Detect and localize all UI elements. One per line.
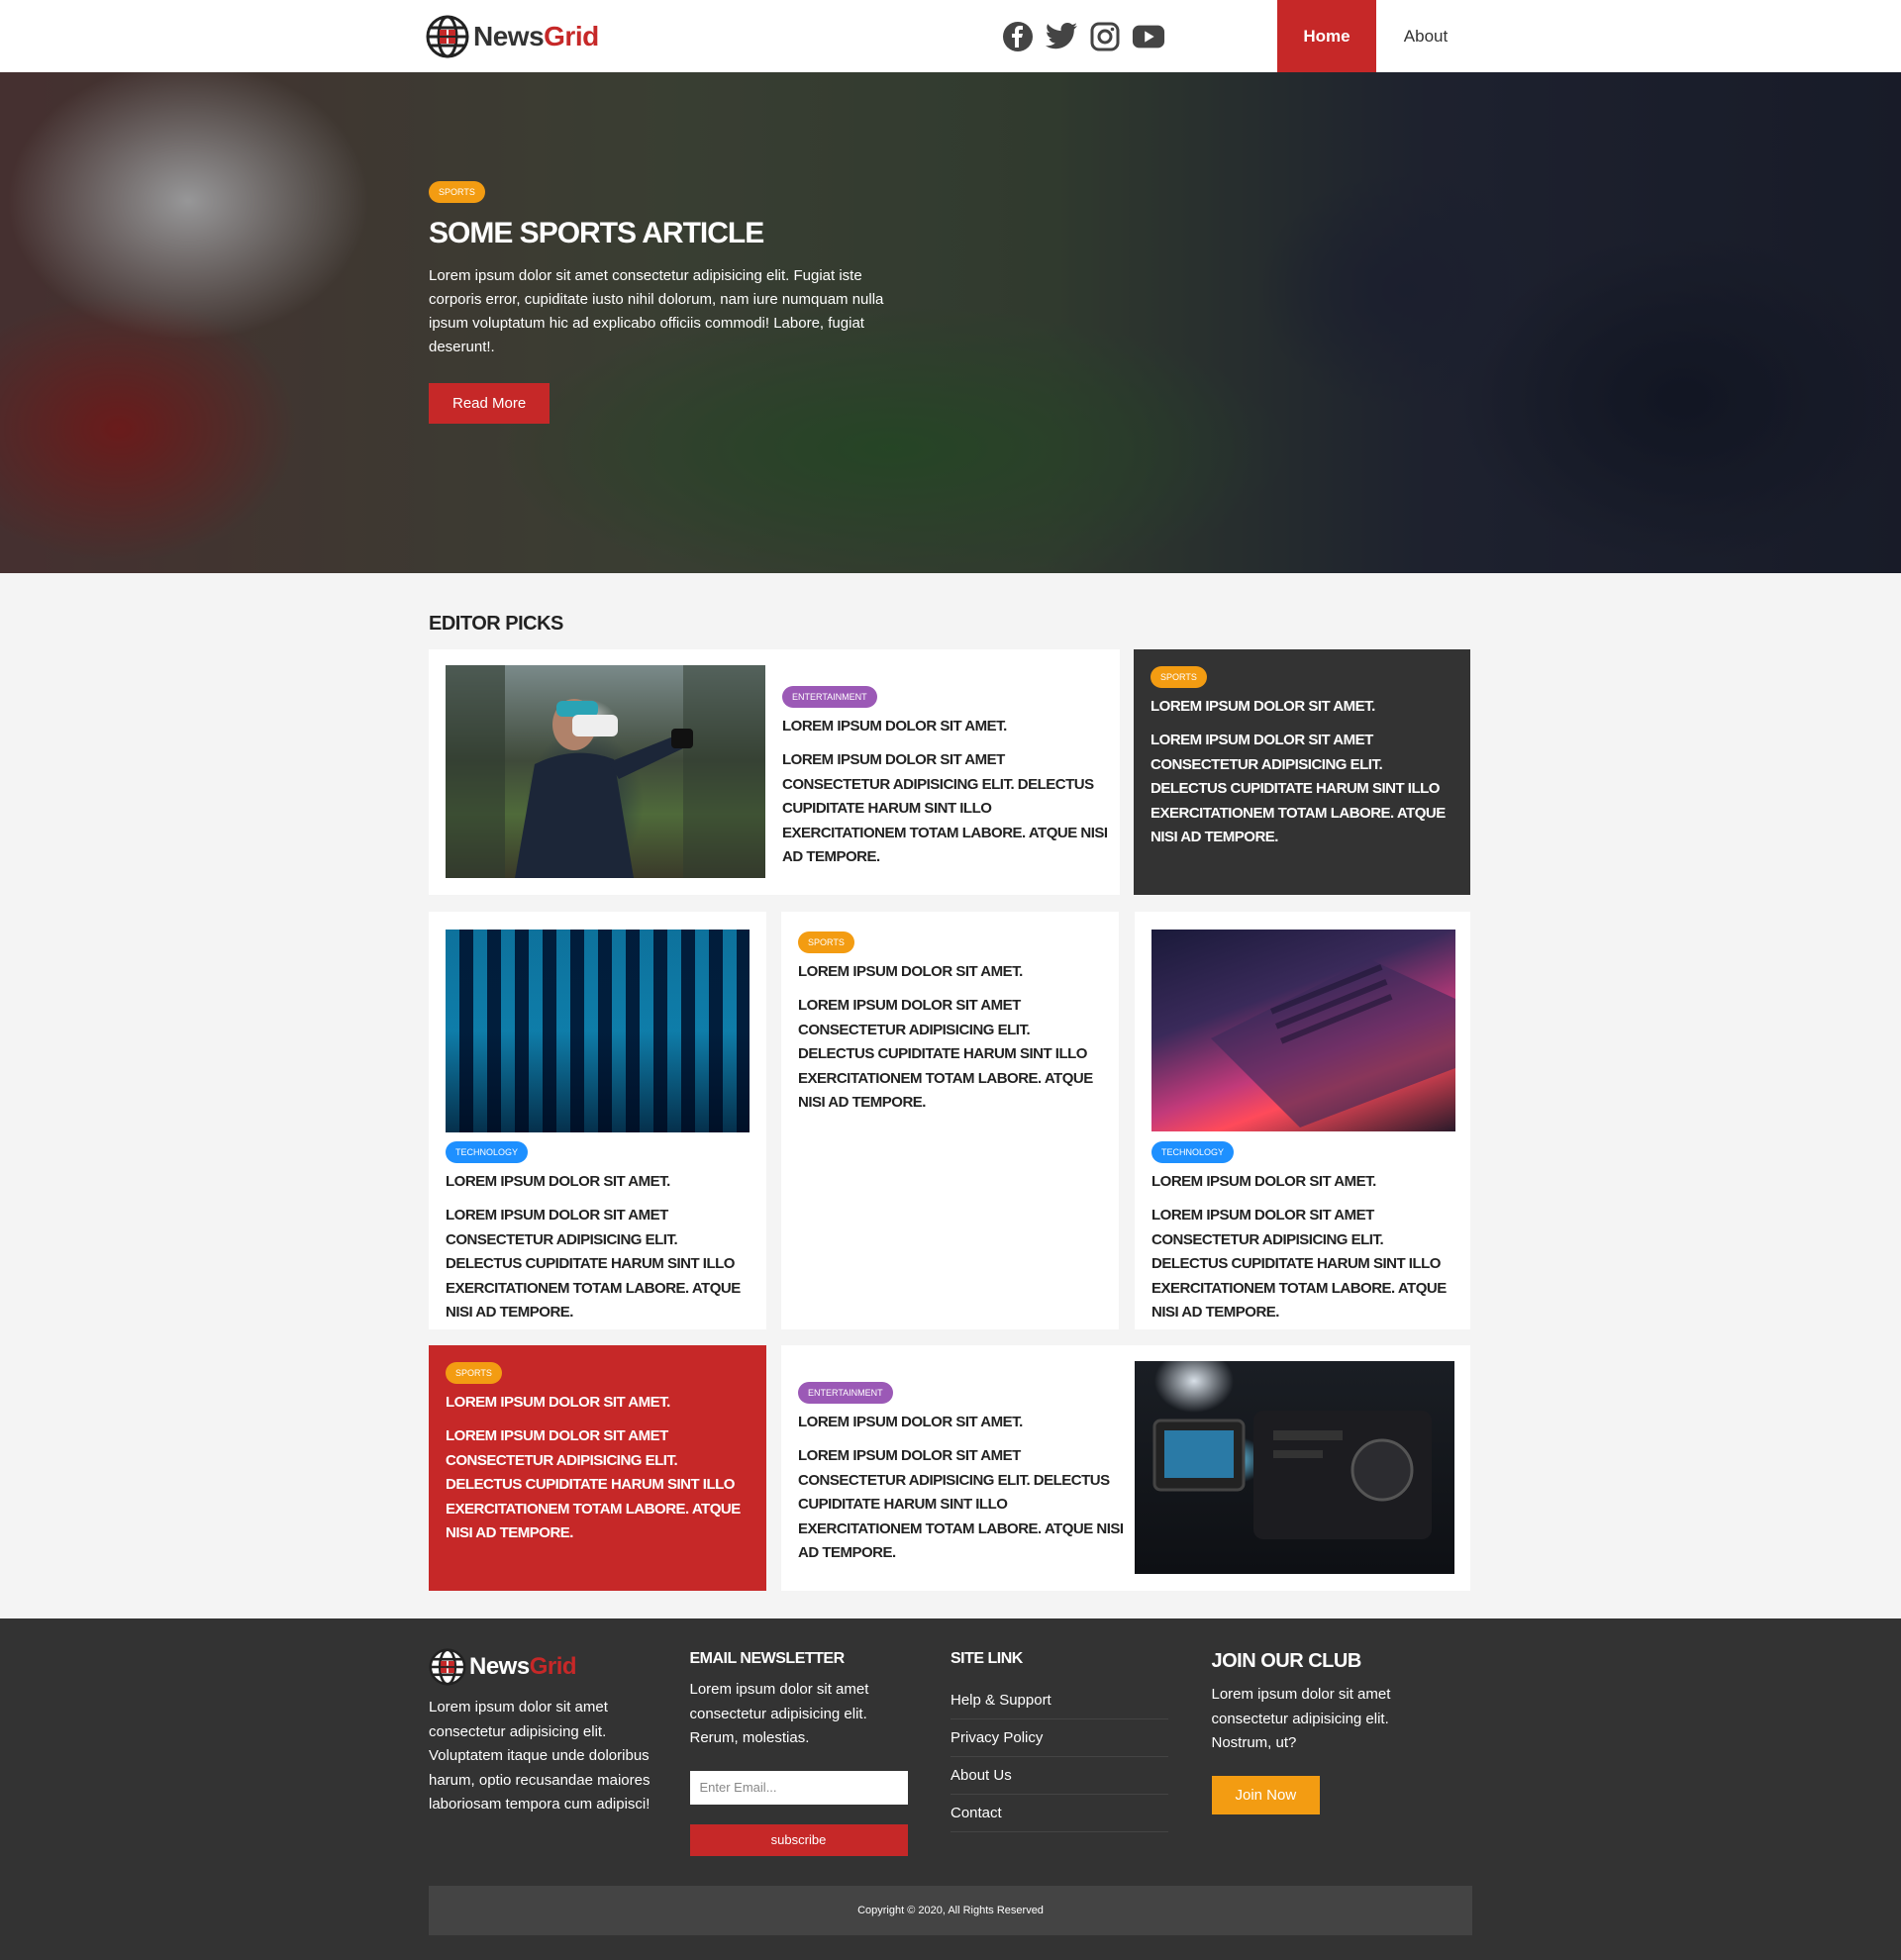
article-body: TECHNOLOGY LOREM IPSUM DOLOR SIT AMET. L… [446, 1141, 752, 1325]
brand-name-part1: News [469, 1653, 530, 1680]
article-body: TECHNOLOGY LOREM IPSUM DOLOR SIT AMET. L… [1151, 1141, 1458, 1325]
footer-about: NewsGrid Lorem ipsum dolor sit amet cons… [429, 1648, 690, 1856]
hero-text: Lorem ipsum dolor sit amet consectetur a… [429, 267, 884, 355]
brand-name-part1: News [473, 20, 545, 51]
article-desc: LOREM IPSUM DOLOR SIT AMET CONSECTETUR A… [798, 997, 1093, 1111]
club-heading: JOIN OUR CLUB [1211, 1650, 1362, 1672]
site-links-list: Help & Support Privacy Policy About Us C… [950, 1682, 1168, 1832]
hero-content: SPORTS SOME SPORTS ARTICLE Lorem ipsum d… [429, 181, 924, 424]
brand-name-part2: Grid [529, 1653, 577, 1680]
footer-newsletter: EMAIL NEWSLETTER Lorem ipsum dolor sit a… [689, 1650, 951, 1856]
hero-section: SPORTS SOME SPORTS ARTICLE Lorem ipsum d… [0, 72, 1901, 573]
article-image-server [446, 930, 750, 1132]
article-body: SPORTS LOREM IPSUM DOLOR SIT AMET. LOREM… [446, 1362, 752, 1546]
youtube-icon[interactable] [1132, 20, 1165, 53]
globe-icon [429, 1648, 466, 1686]
hero-title: SOME SPORTS ARTICLE [429, 217, 764, 249]
category-badge: SPORTS [446, 1362, 502, 1384]
social-links [1001, 20, 1165, 53]
nav-about[interactable]: About [1376, 0, 1475, 72]
instagram-icon[interactable] [1088, 20, 1122, 53]
facebook-icon[interactable] [1001, 20, 1035, 53]
article-title: LOREM IPSUM DOLOR SIT AMET. [782, 718, 1007, 735]
footer-about-text: Lorem ipsum dolor sit amet consectetur a… [429, 1699, 650, 1813]
article-body: SPORTS LOREM IPSUM DOLOR SIT AMET. LOREM… [798, 931, 1107, 1116]
newsletter-text: Lorem ipsum dolor sit amet consectetur a… [689, 1681, 869, 1746]
article-title: LOREM IPSUM DOLOR SIT AMET. [446, 1394, 670, 1411]
article-title: LOREM IPSUM DOLOR SIT AMET. [1151, 1173, 1376, 1190]
category-badge: ENTERTAINMENT [782, 686, 877, 708]
article-desc: LOREM IPSUM DOLOR SIT AMET CONSECTETUR A… [446, 1207, 741, 1321]
article-title: LOREM IPSUM DOLOR SIT AMET. [798, 963, 1023, 980]
category-badge: TECHNOLOGY [446, 1141, 529, 1163]
category-badge: ENTERTAINMENT [798, 1382, 893, 1404]
article-body: ENTERTAINMENT LOREM IPSUM DOLOR SIT AMET… [782, 686, 1109, 870]
article-desc: LOREM IPSUM DOLOR SIT AMET CONSECTETUR A… [1151, 1207, 1447, 1321]
copyright-text: Copyright © 2020, All Rights Reserved [857, 1904, 1044, 1916]
article-desc: LOREM IPSUM DOLOR SIT AMET CONSECTETUR A… [782, 751, 1108, 865]
article-image-laptop [1151, 930, 1455, 1131]
copyright-bar: Copyright © 2020, All Rights Reserved [429, 1885, 1472, 1935]
article-card[interactable]: TECHNOLOGY LOREM IPSUM DOLOR SIT AMET. L… [1135, 912, 1470, 1329]
read-more-button[interactable]: Read More [429, 383, 550, 424]
section-title: EDITOR PICKS [429, 613, 563, 635]
sitelink-heading: SITE LINK [950, 1650, 1023, 1667]
subscribe-button[interactable]: subscribe [689, 1823, 908, 1856]
nav-home[interactable]: Home [1277, 0, 1376, 72]
join-now-button[interactable]: Join Now [1211, 1775, 1321, 1814]
footer-site-links: SITE LINK Help & Support Privacy Policy … [950, 1650, 1212, 1856]
link-contact[interactable]: Contact [950, 1795, 1168, 1832]
footer-club: JOIN OUR CLUB Lorem ipsum dolor sit amet… [1211, 1650, 1473, 1856]
newsletter-heading: EMAIL NEWSLETTER [689, 1650, 846, 1667]
article-body: ENTERTAINMENT LOREM IPSUM DOLOR SIT AMET… [798, 1382, 1125, 1566]
twitter-icon[interactable] [1045, 20, 1078, 53]
link-about-us[interactable]: About Us [950, 1757, 1168, 1795]
article-desc: LOREM IPSUM DOLOR SIT AMET CONSECTETUR A… [798, 1447, 1124, 1561]
brand-name-part2: Grid [544, 20, 599, 51]
article-card[interactable]: SPORTS LOREM IPSUM DOLOR SIT AMET. LOREM… [781, 912, 1119, 1329]
globe-icon [426, 15, 469, 57]
editor-picks-section: EDITOR PICKS ENTERTAINMENT LOREM IPSUM D… [0, 573, 1901, 1595]
article-title: LOREM IPSUM DOLOR SIT AMET. [798, 1414, 1023, 1430]
article-image-camera [1135, 1361, 1454, 1574]
category-badge: TECHNOLOGY [1151, 1141, 1235, 1163]
logo[interactable]: NewsGrid [426, 15, 599, 58]
article-desc: LOREM IPSUM DOLOR SIT AMET CONSECTETUR A… [446, 1427, 741, 1541]
article-card[interactable]: TECHNOLOGY LOREM IPSUM DOLOR SIT AMET. L… [429, 912, 766, 1329]
footer: NewsGrid Lorem ipsum dolor sit amet cons… [0, 1618, 1901, 1960]
article-title: LOREM IPSUM DOLOR SIT AMET. [1151, 698, 1375, 715]
article-image-vr [446, 665, 765, 878]
club-text: Lorem ipsum dolor sit amet consectetur a… [1211, 1686, 1391, 1751]
link-help-support[interactable]: Help & Support [950, 1682, 1168, 1719]
article-card[interactable]: SPORTS LOREM IPSUM DOLOR SIT AMET. LOREM… [429, 1345, 766, 1591]
main-nav: Home About [1277, 0, 1475, 72]
category-badge: SPORTS [1151, 666, 1207, 688]
footer-brand-name: NewsGrid [469, 1653, 577, 1681]
hero-category-badge: SPORTS [429, 181, 485, 203]
articles-grid: ENTERTAINMENT LOREM IPSUM DOLOR SIT AMET… [429, 649, 1472, 1595]
category-badge: SPORTS [798, 931, 854, 953]
article-card[interactable]: SPORTS LOREM IPSUM DOLOR SIT AMET. LOREM… [1134, 649, 1470, 895]
article-title: LOREM IPSUM DOLOR SIT AMET. [446, 1173, 670, 1190]
link-privacy-policy[interactable]: Privacy Policy [950, 1719, 1168, 1757]
article-desc: LOREM IPSUM DOLOR SIT AMET CONSECTETUR A… [1151, 732, 1446, 845]
article-card[interactable]: ENTERTAINMENT LOREM IPSUM DOLOR SIT AMET… [429, 649, 1120, 895]
footer-logo[interactable]: NewsGrid [429, 1648, 690, 1686]
brand-name: NewsGrid [473, 21, 599, 52]
article-card[interactable]: ENTERTAINMENT LOREM IPSUM DOLOR SIT AMET… [781, 1345, 1470, 1591]
email-input[interactable] [689, 1770, 908, 1805]
navbar: NewsGrid Home About [0, 0, 1901, 72]
article-body: SPORTS LOREM IPSUM DOLOR SIT AMET. LOREM… [1151, 666, 1457, 850]
